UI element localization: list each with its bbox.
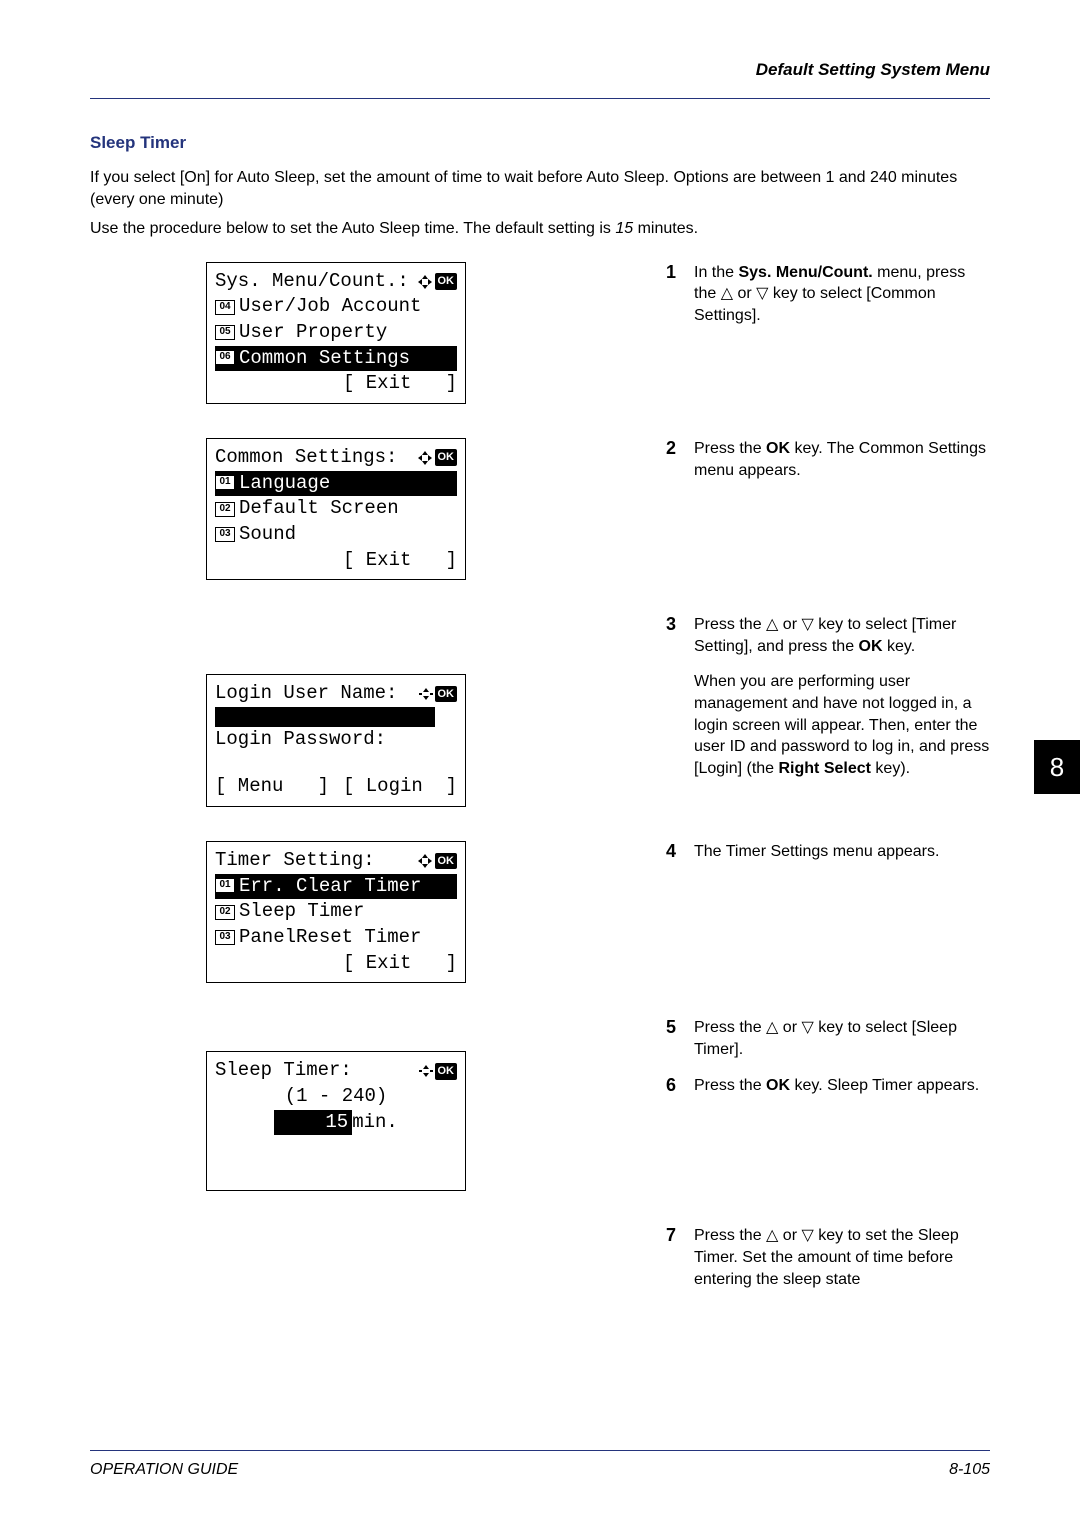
lcd-title: Timer Setting: bbox=[215, 848, 375, 874]
menu-item-selected: 01Err. Clear Timer bbox=[215, 874, 457, 900]
softkey-exit: [ Exit ] bbox=[343, 548, 457, 574]
username-input bbox=[215, 707, 435, 727]
step-text: Press the △ or ▽ key to select [Timer Se… bbox=[694, 614, 990, 779]
lcd-title: Sys. Menu/Count.: bbox=[215, 269, 409, 295]
item-number: 01 bbox=[215, 878, 235, 893]
procedure-paragraph: Use the procedure below to set the Auto … bbox=[90, 218, 990, 240]
chapter-tab: 8 bbox=[1034, 740, 1080, 794]
lcd-title: Sleep Timer: bbox=[215, 1058, 352, 1084]
timer-unit: min. bbox=[352, 1110, 398, 1136]
item-number: 03 bbox=[215, 527, 235, 542]
page: Default Setting System Menu Sleep Timer … bbox=[0, 0, 1080, 1527]
item-number: 02 bbox=[215, 502, 235, 517]
nav-arrows-icon bbox=[417, 450, 433, 466]
menu-item: Sleep Timer bbox=[239, 899, 364, 925]
step-text: Press the OK key. The Common Settings me… bbox=[694, 438, 990, 481]
section-title: Sleep Timer bbox=[90, 133, 990, 153]
softkey-exit: [ Exit ] bbox=[343, 371, 457, 397]
item-number: 02 bbox=[215, 905, 235, 920]
step-number: 7 bbox=[666, 1225, 694, 1290]
step-number: 1 bbox=[666, 262, 694, 327]
step-text: Press the △ or ▽ key to select [Sleep Ti… bbox=[694, 1017, 990, 1060]
lcd-title: Login User Name: bbox=[215, 681, 397, 707]
menu-item: Default Screen bbox=[239, 496, 399, 522]
footer-left: OPERATION GUIDE bbox=[90, 1461, 238, 1479]
item-number: 03 bbox=[215, 930, 235, 945]
footer-right: 8-105 bbox=[949, 1461, 990, 1479]
proc-pre: Use the procedure below to set the Auto … bbox=[90, 220, 615, 237]
ok-icon: OK bbox=[435, 686, 458, 703]
nav-numeric-icon bbox=[419, 1064, 433, 1078]
page-header: Default Setting System Menu bbox=[90, 60, 990, 80]
down-triangle-icon: ▽ bbox=[756, 285, 768, 302]
lcd-common-settings: Common Settings: OK 01Language 02 Default… bbox=[206, 438, 466, 580]
up-triangle-icon: △ bbox=[766, 1019, 778, 1036]
step-number: 3 bbox=[666, 614, 694, 779]
up-triangle-icon: △ bbox=[766, 616, 778, 633]
header-divider bbox=[90, 98, 990, 99]
softkey-exit: [ Exit ] bbox=[343, 951, 457, 977]
lcd-timer-setting: Timer Setting: OK 01Err. Clear Timer 02 S… bbox=[206, 841, 466, 983]
menu-item-selected: 06Common Settings bbox=[215, 346, 457, 372]
step-number: 6 bbox=[666, 1075, 694, 1097]
down-triangle-icon: ▽ bbox=[801, 616, 813, 633]
item-number: 05 bbox=[215, 325, 235, 340]
timer-value: 15 bbox=[274, 1110, 352, 1136]
nav-numeric-icon bbox=[419, 687, 433, 701]
password-label: Login Password: bbox=[215, 727, 386, 753]
step-number: 4 bbox=[666, 841, 694, 863]
menu-item: Sound bbox=[239, 522, 296, 548]
nav-arrows-icon bbox=[417, 274, 433, 290]
down-triangle-icon: ▽ bbox=[801, 1019, 813, 1036]
page-footer: OPERATION GUIDE 8-105 bbox=[90, 1450, 990, 1479]
down-triangle-icon: ▽ bbox=[801, 1227, 813, 1244]
softkey-login: [ Login ] bbox=[343, 774, 457, 800]
step-text: Press the △ or ▽ key to set the Sleep Ti… bbox=[694, 1225, 990, 1290]
lcd-sys-menu: Sys. Menu/Count.: OK 04User/Job Account … bbox=[206, 262, 466, 404]
proc-default: 15 bbox=[615, 220, 633, 237]
lcd-login: Login User Name: OK Login Password: [ Me… bbox=[206, 674, 466, 807]
up-triangle-icon: △ bbox=[721, 285, 733, 302]
nav-arrows-icon bbox=[417, 853, 433, 869]
step-number: 2 bbox=[666, 438, 694, 481]
ok-icon: OK bbox=[435, 853, 458, 870]
menu-item: User Property bbox=[239, 320, 387, 346]
menu-item-selected: 01Language bbox=[215, 471, 457, 497]
ok-icon: OK bbox=[435, 273, 458, 290]
ok-icon: OK bbox=[435, 1063, 458, 1080]
step-text: The Timer Settings menu appears. bbox=[694, 841, 939, 863]
intro-paragraph: If you select [On] for Auto Sleep, set t… bbox=[90, 167, 990, 210]
step-text: Press the OK key. Sleep Timer appears. bbox=[694, 1075, 979, 1097]
item-number: 01 bbox=[215, 475, 235, 490]
item-number: 06 bbox=[215, 350, 235, 365]
step-number: 5 bbox=[666, 1017, 694, 1060]
lcd-title: Common Settings: bbox=[215, 445, 397, 471]
range-label: (1 - 240) bbox=[285, 1084, 388, 1110]
softkey-menu: [ Menu ] bbox=[215, 774, 329, 800]
up-triangle-icon: △ bbox=[766, 1227, 778, 1244]
menu-item: PanelReset Timer bbox=[239, 925, 421, 951]
ok-icon: OK bbox=[435, 449, 458, 466]
proc-post: minutes. bbox=[633, 220, 698, 237]
menu-item: User/Job Account bbox=[239, 294, 421, 320]
lcd-sleep-timer: Sleep Timer: OK (1 - 240) 15min. bbox=[206, 1051, 466, 1191]
item-number: 04 bbox=[215, 300, 235, 315]
step-text: In the Sys. Menu/Count. menu, press the … bbox=[694, 262, 990, 327]
